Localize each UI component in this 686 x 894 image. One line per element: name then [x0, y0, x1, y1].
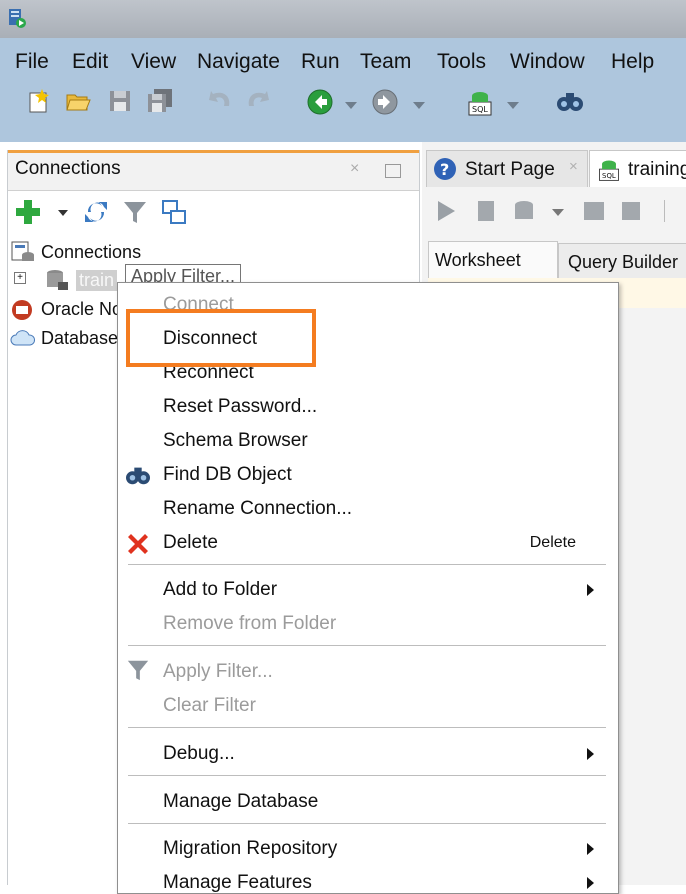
forward-icon[interactable] — [371, 88, 399, 116]
tab-worksheet[interactable]: Worksheet — [428, 241, 558, 278]
menu-item-manage-database[interactable]: Manage Database — [163, 791, 318, 813]
menu-item-add-to-folder[interactable]: Add to Folder — [163, 579, 277, 601]
tab-training[interactable]: SQL training — [589, 150, 686, 187]
add-connection-icon[interactable] — [14, 198, 42, 226]
schema-icon[interactable] — [160, 198, 188, 226]
tree-item-training[interactable]: train — [76, 270, 118, 291]
tree-item-oracle-nosql[interactable]: Oracle No — [41, 299, 122, 320]
context-menu: Connect Disconnect Reconnect Reset Passw… — [117, 282, 619, 894]
oracle-nosql-icon — [12, 300, 32, 320]
svg-text:?: ? — [440, 160, 449, 179]
menu-item-schema-browser[interactable]: Schema Browser — [163, 430, 308, 452]
open-folder-icon[interactable] — [65, 88, 91, 114]
tab-worksheet-label: Worksheet — [435, 250, 521, 270]
redo-icon[interactable] — [245, 88, 271, 114]
menu-separator — [128, 564, 606, 565]
tab-query-builder-label: Query Builder — [568, 252, 679, 272]
panel-close-icon[interactable]: × — [350, 160, 359, 178]
cloud-icon — [10, 330, 36, 346]
rollback-icon[interactable] — [580, 198, 608, 224]
menu-tools[interactable]: Tools — [437, 50, 486, 74]
add-dropdown-icon[interactable] — [58, 210, 68, 216]
menu-view[interactable]: View — [131, 50, 176, 74]
menu-item-apply-filter[interactable]: Apply Filter... — [163, 661, 273, 683]
svg-text:SQL: SQL — [602, 172, 616, 180]
save-all-icon[interactable] — [146, 88, 174, 114]
submenu-arrow-icon — [587, 843, 594, 855]
submenu-arrow-icon — [587, 748, 594, 760]
submenu-arrow-icon — [587, 584, 594, 596]
menu-item-delete[interactable]: Delete — [163, 532, 218, 554]
delete-shortcut: Delete — [529, 534, 576, 551]
database-connection-icon — [47, 270, 68, 290]
tab-start-page[interactable]: ? Start Page × — [426, 150, 588, 187]
run-script-icon[interactable] — [474, 198, 498, 224]
menu-window[interactable]: Window — [510, 50, 585, 74]
submenu-arrow-icon — [587, 877, 594, 889]
connections-icon — [11, 241, 34, 261]
menu-item-clear-filter[interactable]: Clear Filter — [163, 695, 256, 717]
back-icon[interactable] — [306, 88, 334, 116]
help-icon: ? — [434, 158, 456, 180]
filter-icon — [127, 660, 149, 681]
app-icon — [9, 9, 26, 28]
cancel-icon[interactable] — [618, 198, 646, 224]
expand-icon[interactable]: + — [14, 272, 26, 284]
sql-icon: SQL — [599, 160, 619, 181]
commit-dropdown-icon[interactable] — [552, 209, 564, 216]
tree-root-connections[interactable]: Connections — [41, 242, 141, 263]
filter-icon[interactable] — [122, 198, 148, 226]
back-dropdown-icon[interactable] — [345, 102, 357, 109]
menu-run[interactable]: Run — [301, 50, 340, 74]
tab-start-page-label: Start Page — [465, 159, 555, 180]
save-icon[interactable] — [107, 88, 133, 114]
menu-file[interactable]: File — [15, 50, 49, 74]
menu-separator — [128, 823, 606, 824]
close-icon[interactable]: × — [569, 158, 578, 175]
menu-item-migration-repository[interactable]: Migration Repository — [163, 838, 337, 860]
connections-panel-title: Connections — [15, 158, 121, 179]
toolbar-separator — [664, 200, 665, 222]
panel-minimize-icon[interactable] — [385, 164, 401, 178]
highlight-box — [126, 309, 316, 367]
svg-text:SQL: SQL — [472, 105, 488, 114]
tab-training-label: training — [628, 159, 686, 180]
menu-separator — [128, 645, 606, 646]
sql-dropdown-icon[interactable] — [507, 102, 519, 109]
menu-item-manage-features[interactable]: Manage Features — [163, 872, 312, 894]
menu-item-remove-from-folder[interactable]: Remove from Folder — [163, 613, 336, 635]
menu-help[interactable]: Help — [611, 50, 654, 74]
undo-icon[interactable] — [207, 88, 233, 114]
forward-dropdown-icon[interactable] — [413, 102, 425, 109]
run-statement-icon[interactable] — [434, 198, 458, 224]
menu-navigate[interactable]: Navigate — [197, 50, 280, 74]
sql-icon[interactable]: SQL — [466, 88, 494, 118]
menu-item-rename-connection[interactable]: Rename Connection... — [163, 498, 352, 520]
menu-item-debug[interactable]: Debug... — [163, 743, 235, 765]
menu-item-reset-password[interactable]: Reset Password... — [163, 396, 317, 418]
refresh-icon[interactable] — [82, 198, 110, 226]
menu-item-find-db-object[interactable]: Find DB Object — [163, 464, 292, 486]
menu-separator — [128, 727, 606, 728]
find-db-object-icon[interactable] — [556, 88, 584, 114]
menu-edit[interactable]: Edit — [72, 50, 108, 74]
delete-x-icon — [128, 534, 148, 554]
title-bar — [0, 0, 686, 38]
tab-query-builder[interactable]: Query Builder — [558, 243, 686, 278]
menu-separator — [128, 775, 606, 776]
menu-team[interactable]: Team — [360, 50, 411, 74]
new-icon[interactable] — [26, 88, 52, 114]
tree-item-database-cloud[interactable]: Database — [41, 328, 118, 349]
commit-icon[interactable] — [512, 198, 540, 224]
binoculars-icon — [126, 467, 150, 485]
